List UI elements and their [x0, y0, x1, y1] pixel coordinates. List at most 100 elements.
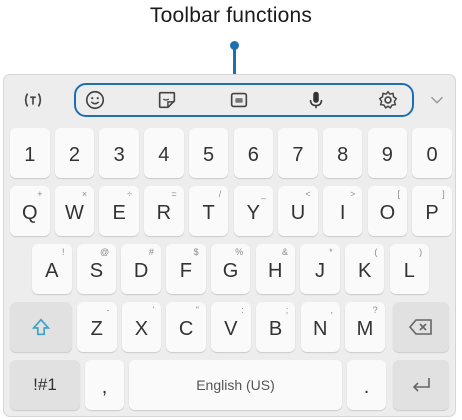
settings-icon[interactable] — [375, 87, 401, 113]
backspace-icon — [408, 316, 434, 338]
key-label: Z — [90, 317, 103, 340]
key-hint: = — [171, 189, 177, 199]
key-y[interactable]: _ Y — [233, 186, 273, 236]
key-hint: $ — [193, 247, 199, 257]
key-label: C — [178, 317, 194, 340]
key-6[interactable]: 6 — [233, 128, 273, 178]
key-9[interactable]: 9 — [367, 128, 408, 178]
key-i[interactable]: > I — [322, 186, 363, 236]
key-l[interactable]: ) L — [389, 244, 430, 294]
key-label: 4 — [158, 143, 170, 166]
key-t[interactable]: / T — [188, 186, 229, 236]
key-d[interactable]: # D — [121, 244, 161, 294]
key-v[interactable]: :V — [211, 302, 251, 352]
emoji-icon[interactable] — [82, 87, 108, 113]
key-label: 9 — [381, 143, 393, 166]
key-hint: + — [37, 189, 43, 199]
key-a[interactable]: ! A — [32, 244, 72, 294]
period-key[interactable]: . — [347, 360, 386, 410]
key-hint: [ — [397, 189, 401, 199]
key-7[interactable]: 7 — [278, 128, 318, 178]
symbols-key[interactable]: !#1 — [10, 360, 80, 410]
key-label: 3 — [113, 143, 125, 166]
key-hint: ' — [152, 305, 155, 315]
key-label: 8 — [337, 143, 349, 166]
key-label: I — [339, 201, 346, 224]
key-hint: × — [81, 189, 88, 199]
key-label: T — [202, 201, 215, 224]
key-e[interactable]: ÷ E — [99, 186, 139, 236]
key-8[interactable]: 8 — [322, 128, 363, 178]
key-5[interactable]: 5 — [188, 128, 229, 178]
gif-icon[interactable] — [226, 87, 252, 113]
key-label: Y — [246, 201, 260, 224]
key-hint: ) — [419, 247, 423, 257]
key-z[interactable]: -Z — [77, 302, 117, 352]
key-p[interactable]: ] P — [412, 186, 452, 236]
key-label: 1 — [24, 143, 36, 166]
key-hint: ; — [285, 305, 289, 315]
key-m[interactable]: ? M — [345, 302, 385, 352]
key-2[interactable]: 2 — [54, 128, 95, 178]
key-label: N — [313, 317, 328, 340]
enter-key[interactable] — [393, 360, 449, 410]
key-label: M — [356, 317, 374, 340]
key-label: U — [290, 201, 306, 224]
shift-key[interactable] — [10, 302, 72, 352]
key-label: 2 — [68, 143, 80, 166]
key-c[interactable]: " C — [166, 302, 206, 352]
key-label: 5 — [202, 143, 215, 166]
key-w[interactable]: × W — [54, 186, 95, 236]
key-label: 6 — [247, 143, 259, 166]
key-u[interactable]: < U — [278, 186, 318, 236]
chevron-down-icon[interactable] — [424, 87, 450, 113]
sticker-icon[interactable] — [154, 87, 180, 113]
key-hint: " — [195, 305, 199, 315]
key-label: W — [64, 201, 84, 224]
backspace-key[interactable] — [393, 302, 449, 352]
key-hint: : — [241, 305, 244, 315]
key-1[interactable]: 1 — [10, 128, 50, 178]
key-k[interactable]: (K — [344, 244, 385, 294]
key-s[interactable]: @ S — [76, 244, 117, 294]
keyboard-toolbar — [4, 75, 455, 123]
key-hint: ] — [442, 189, 445, 199]
key-label: K — [357, 259, 372, 282]
key-label: G — [222, 259, 239, 282]
annotation-title: Toolbar functions — [149, 4, 313, 27]
key-f[interactable]: $ F — [166, 244, 206, 294]
key-j[interactable]: * J — [300, 244, 340, 294]
shift-icon — [28, 316, 54, 338]
key-r[interactable]: = R — [144, 186, 184, 236]
text-mode-icon[interactable] — [20, 87, 46, 113]
key-4[interactable]: 4 — [144, 128, 184, 178]
key-label: 0 — [426, 143, 438, 166]
key-label: H — [268, 259, 283, 282]
key-hint: ( — [374, 247, 378, 257]
key-q[interactable]: + Q — [10, 186, 50, 236]
key-x[interactable]: ' X — [121, 302, 162, 352]
key-label: J — [314, 259, 325, 282]
key-n[interactable]: ,N — [300, 302, 340, 352]
key-hint: ? — [372, 305, 378, 315]
annotation-leader-dot — [230, 41, 239, 50]
space-key[interactable]: English (US) — [129, 360, 342, 410]
key-hint: ! — [61, 247, 65, 257]
key-label: . — [363, 375, 370, 398]
key-label: P — [425, 201, 439, 224]
microphone-icon[interactable] — [303, 87, 329, 113]
comma-key[interactable]: , — [85, 360, 124, 410]
key-o[interactable]: [O — [367, 186, 408, 236]
key-hint: % — [235, 247, 244, 257]
key-hint: > — [350, 189, 356, 199]
key-b[interactable]: ; B — [255, 302, 296, 352]
key-g[interactable]: % G — [210, 244, 251, 294]
key-3[interactable]: 3 — [99, 128, 139, 178]
key-hint: @ — [100, 247, 110, 257]
key-label: B — [268, 317, 283, 340]
key-hint: # — [148, 247, 154, 257]
key-h[interactable]: & H — [255, 244, 295, 294]
key-0[interactable]: 0 — [412, 128, 452, 178]
key-label: Q — [21, 201, 38, 224]
key-hint: < — [305, 189, 311, 199]
